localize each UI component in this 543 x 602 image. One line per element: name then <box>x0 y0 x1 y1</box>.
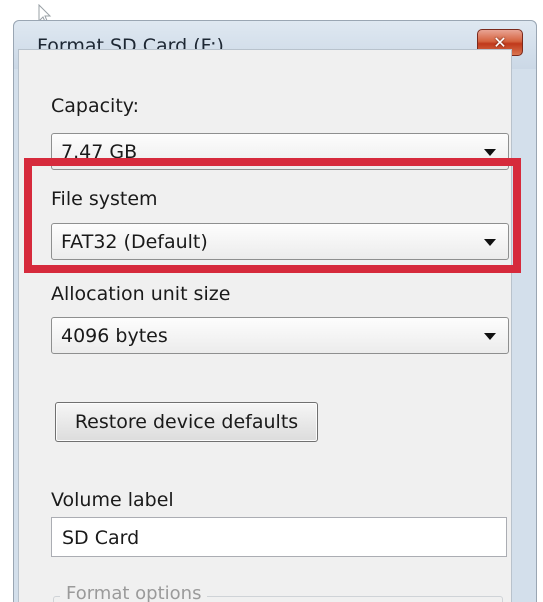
volume-label-label: Volume label <box>51 489 174 511</box>
screenshot-page: Format SD Card (F:) ✕ Capacity: 7.47 GB … <box>0 0 543 602</box>
restore-device-defaults-button[interactable]: Restore device defaults <box>55 402 318 442</box>
file-system-dropdown[interactable]: FAT32 (Default) <box>51 223 509 260</box>
capacity-label: Capacity: <box>51 95 140 117</box>
chevron-down-icon <box>484 239 496 246</box>
format-options-title: Format options <box>60 583 208 602</box>
allocation-unit-label: Allocation unit size <box>51 283 231 305</box>
file-system-label: File system <box>51 188 158 210</box>
volume-label-value: SD Card <box>62 527 140 549</box>
allocation-unit-dropdown[interactable]: 4096 bytes <box>51 317 509 354</box>
volume-label-input[interactable]: SD Card <box>51 517 507 557</box>
restore-button-label: Restore device defaults <box>74 411 299 433</box>
file-system-value: FAT32 (Default) <box>61 231 208 253</box>
allocation-unit-value: 4096 bytes <box>61 325 168 347</box>
chevron-down-icon <box>484 149 496 156</box>
chevron-down-icon <box>484 333 496 340</box>
